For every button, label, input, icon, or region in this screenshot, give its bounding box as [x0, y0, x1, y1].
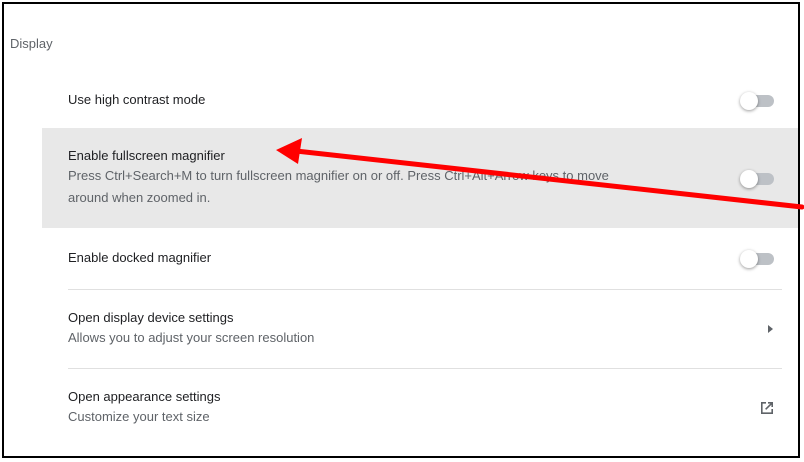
- setting-description: Allows you to adjust your screen resolut…: [68, 330, 315, 345]
- setting-docked-magnifier[interactable]: Enable docked magnifier: [42, 234, 798, 282]
- docked-magnifier-toggle[interactable]: [740, 250, 776, 268]
- high-contrast-toggle[interactable]: [740, 92, 776, 110]
- setting-fullscreen-magnifier[interactable]: Enable fullscreen magnifier Press Ctrl+S…: [42, 128, 798, 228]
- toggle-knob: [740, 250, 758, 268]
- chevron-right-icon[interactable]: [764, 323, 776, 335]
- setting-label: Open display device settings: [68, 310, 234, 325]
- setting-label: Use high contrast mode: [68, 92, 206, 107]
- setting-description: Press Ctrl+Search+M to turn fullscreen m…: [68, 168, 609, 183]
- setting-label: Enable fullscreen magnifier: [68, 148, 225, 163]
- setting-description: Customize your text size: [68, 409, 210, 424]
- section-title: Display: [10, 36, 53, 51]
- row-divider: [68, 289, 782, 290]
- open-in-new-icon[interactable]: [758, 399, 776, 417]
- setting-description-cont: around when zoomed in.: [68, 190, 211, 205]
- setting-appearance[interactable]: Open appearance settings Customize your …: [42, 375, 798, 441]
- setting-label: Enable docked magnifier: [68, 250, 212, 265]
- fullscreen-magnifier-toggle[interactable]: [740, 170, 776, 188]
- setting-label: Open appearance settings: [68, 389, 221, 404]
- toggle-knob: [740, 92, 758, 110]
- setting-high-contrast[interactable]: Use high contrast mode: [42, 78, 798, 122]
- row-divider: [68, 368, 782, 369]
- toggle-knob: [740, 170, 758, 188]
- settings-panel: Display Use high contrast mode Enable fu…: [2, 2, 800, 458]
- setting-display-device[interactable]: Open display device settings Allows you …: [42, 295, 798, 363]
